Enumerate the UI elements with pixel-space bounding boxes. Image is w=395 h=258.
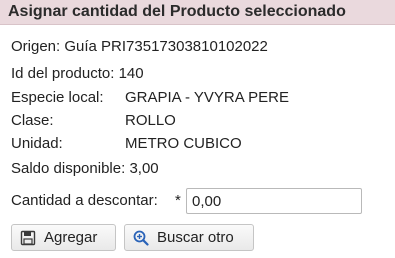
species-row: Especie local: GRAPIA - YVYRA PERE	[11, 89, 391, 107]
unit-label: Unidad:	[11, 135, 63, 152]
balance-label: Saldo disponible:	[11, 160, 126, 177]
origen-text: Origen: Guía PRI73517303810102022	[11, 38, 268, 55]
add-button[interactable]: Agregar	[11, 224, 116, 251]
balance-row: Saldo disponible: 3,00	[11, 160, 159, 178]
search-other-button-label: Buscar otro	[157, 229, 234, 246]
quantity-input[interactable]	[186, 188, 362, 214]
class-label: Clase:	[11, 112, 54, 129]
balance-value: 3,00	[129, 160, 159, 177]
product-id-row: Id del producto: 140	[11, 65, 144, 83]
zoom-search-icon	[133, 230, 149, 246]
unit-value: METRO CUBICO	[125, 135, 242, 152]
unit-row: Unidad: METRO CUBICO	[11, 135, 391, 153]
class-value: ROLLO	[125, 112, 176, 129]
add-button-label: Agregar	[44, 229, 98, 246]
species-value: GRAPIA - YVYRA PERE	[125, 89, 289, 106]
required-marker: *	[175, 192, 181, 209]
species-label: Especie local:	[11, 89, 104, 106]
product-id-value: 140	[118, 65, 144, 82]
product-id-label: Id del producto:	[11, 65, 115, 82]
save-icon	[20, 230, 36, 246]
search-other-button[interactable]: Buscar otro	[124, 224, 254, 251]
quantity-label: Cantidad a descontar:	[11, 192, 158, 209]
class-row: Clase: ROLLO	[11, 112, 391, 130]
assign-quantity-panel: Asignar cantidad del Producto selecciona…	[0, 0, 395, 258]
panel-title: Asignar cantidad del Producto selecciona…	[0, 0, 395, 25]
